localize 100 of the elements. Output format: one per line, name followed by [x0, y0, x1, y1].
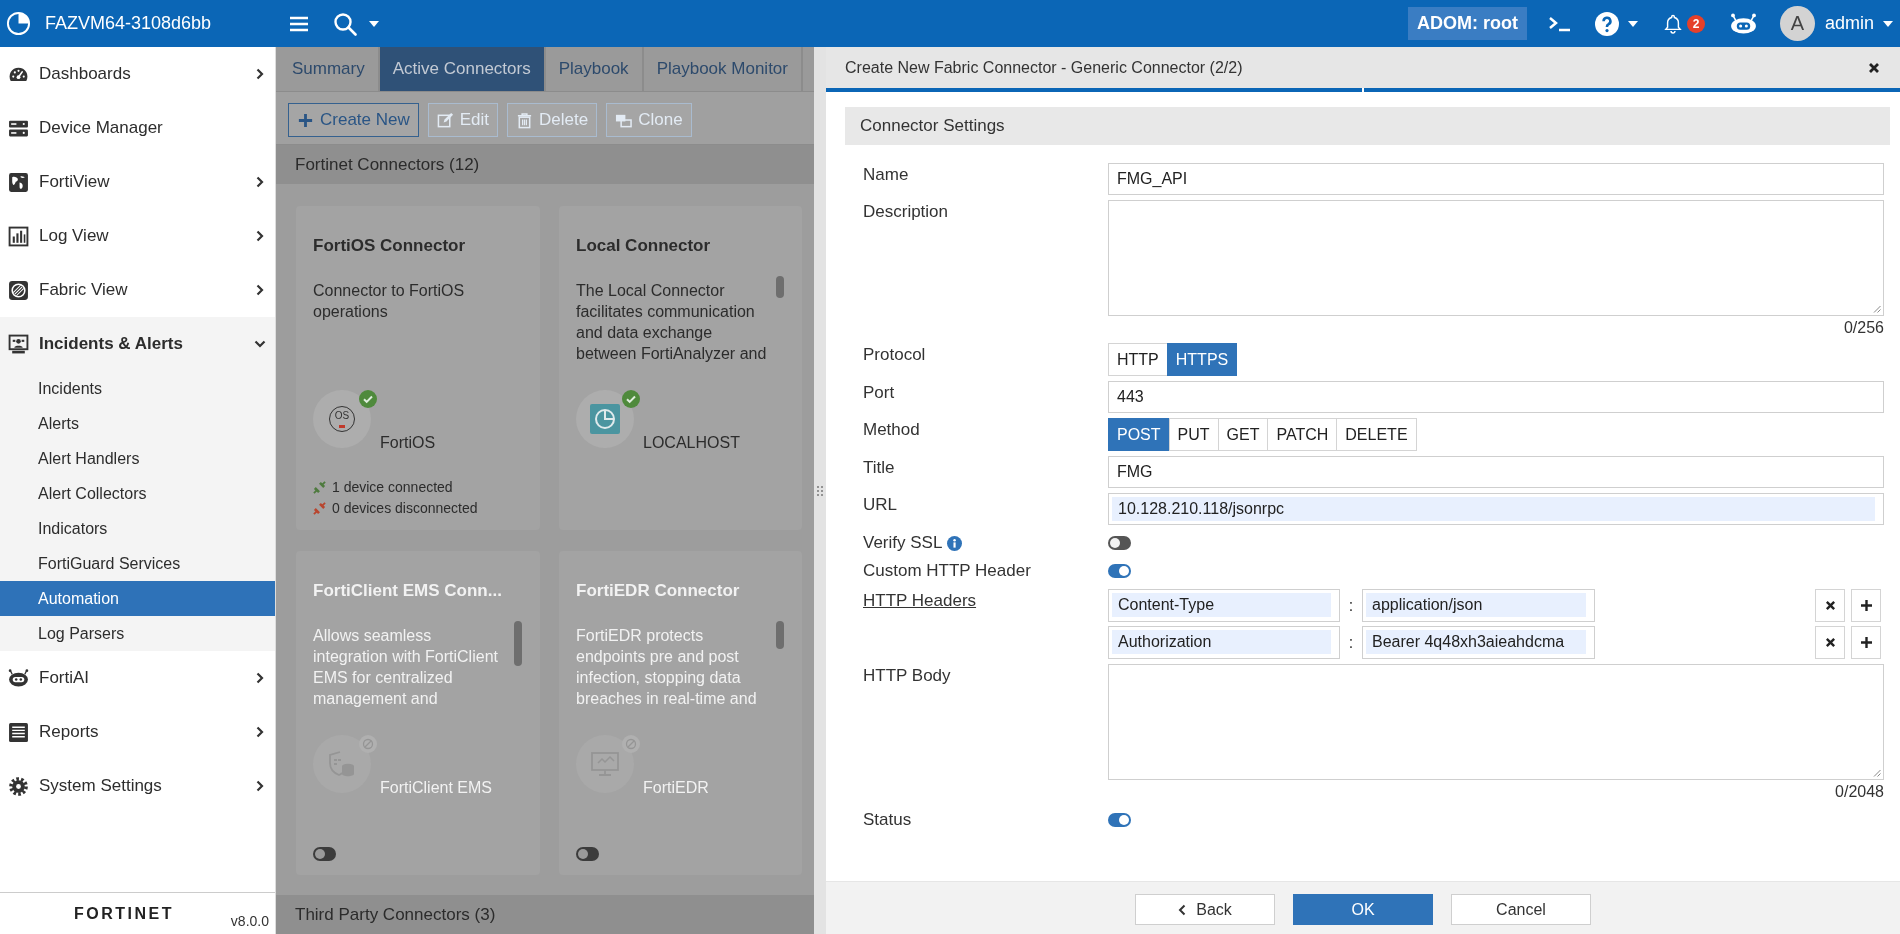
text-field[interactable]: 443 — [1108, 381, 1884, 413]
sidebar-subitem[interactable]: FortiGuard Services — [0, 546, 275, 581]
sidebar-subitem[interactable]: Alert Handlers — [0, 441, 275, 476]
connector-card[interactable]: Local Connector The Local Connector facilitates communication and data exchange between FortiAnalyzer and LOCALHOST — [559, 206, 802, 530]
footer-button[interactable]: Cancel — [1451, 894, 1591, 925]
segment-option[interactable]: DELETE — [1336, 418, 1417, 451]
close-icon[interactable] — [1868, 61, 1880, 74]
field-label: Custom HTTP Header — [863, 561, 1031, 581]
device-title: FAZVM64-3108d6bb — [45, 13, 212, 34]
section-header: Third Party Connectors (3) — [276, 895, 814, 934]
field-label: Description — [863, 202, 949, 222]
monitor-person-icon — [8, 333, 29, 355]
text-field[interactable]: FMG — [1108, 456, 1884, 488]
help-icon[interactable] — [1594, 11, 1619, 36]
pie-chart-tile-icon — [576, 390, 634, 448]
sidebar-item[interactable]: Dashboards — [0, 47, 275, 101]
remove-header-button[interactable] — [1815, 589, 1845, 622]
header-value-field[interactable]: Bearer 4q48xh3aieahdcma — [1362, 626, 1595, 659]
shield-database-icon — [313, 735, 371, 793]
header-name-field[interactable]: Authorization — [1108, 626, 1340, 659]
toggle-switch[interactable] — [1108, 536, 1131, 550]
field-label: Verify SSL — [863, 533, 943, 553]
toggle-switch[interactable] — [1108, 813, 1131, 827]
char-counter: 0/2048 — [1834, 782, 1884, 802]
header-value-field[interactable]: application/json — [1362, 589, 1595, 622]
plus-icon — [1860, 600, 1872, 611]
caret-down-icon[interactable] — [1883, 20, 1893, 27]
plus-icon — [1860, 637, 1872, 648]
segment-option[interactable]: HTTPS — [1166, 343, 1238, 376]
blocked-icon — [359, 735, 377, 753]
text-field[interactable]: FMG_API — [1108, 163, 1884, 195]
device-label: FortiEDR — [643, 778, 709, 798]
scrollbar-thumb[interactable] — [776, 276, 784, 298]
resize-handle-icon[interactable] — [1873, 305, 1881, 313]
device-label: LOCALHOST — [643, 433, 740, 453]
text-field[interactable]: 10.128.210.118/jsonrpc — [1108, 493, 1884, 525]
pie-chart-logo-icon[interactable] — [6, 11, 31, 36]
bar-chart-icon — [8, 225, 29, 247]
sidebar-item[interactable]: FortiView — [0, 155, 275, 209]
search-icon[interactable] — [333, 11, 357, 36]
separator-colon: : — [1347, 633, 1355, 652]
sidebar-item[interactable]: Reports — [0, 705, 275, 759]
menu-icon[interactable] — [290, 15, 308, 32]
blocked-icon — [622, 735, 640, 753]
field-label[interactable]: HTTP Headers — [863, 591, 977, 611]
sidebar-subitem[interactable]: Alerts — [0, 406, 275, 441]
drag-handle-icon[interactable] — [817, 485, 823, 496]
edit-icon — [436, 111, 454, 129]
map-icon — [8, 171, 29, 193]
field-label: Status — [863, 810, 912, 830]
adom-selector[interactable]: ADOM: root — [1408, 7, 1527, 40]
trash-icon — [516, 111, 534, 129]
segment-option[interactable]: HTTP — [1108, 343, 1168, 376]
avatar[interactable]: A — [1779, 6, 1815, 41]
segment-option[interactable]: GET — [1217, 418, 1269, 451]
card-description: FortiEDR protects endpoints pre and post infection, stopping data breaches in real-time and — [576, 626, 757, 709]
footer-button[interactable]: Back — [1135, 894, 1275, 925]
sidebar-item[interactable]: System Settings — [0, 759, 275, 813]
segment-option[interactable]: PATCH — [1267, 418, 1338, 451]
sidebar-item[interactable]: Device Manager — [0, 101, 275, 155]
add-header-button[interactable] — [1851, 589, 1881, 622]
info-icon[interactable] — [947, 535, 963, 551]
sidebar-item[interactable]: Log View — [0, 209, 275, 263]
card-description: Connector to FortiOS operations — [313, 281, 465, 322]
tab[interactable]: Active Connectors — [379, 47, 546, 91]
check-icon — [622, 390, 640, 408]
segment-option[interactable]: PUT — [1168, 418, 1219, 451]
caret-down-icon[interactable] — [369, 20, 379, 27]
segment-option[interactable]: POST — [1108, 418, 1170, 451]
field-label: Protocol — [863, 345, 926, 365]
notification-count: 2 — [1686, 14, 1705, 33]
card-title: FortiClient EMS Conn... — [313, 580, 502, 602]
add-header-button[interactable] — [1851, 626, 1881, 659]
sidebar-subitem[interactable]: Log Parsers — [0, 616, 275, 651]
device-label: FortiOS — [380, 433, 436, 453]
sidebar-subitem[interactable]: Incidents — [0, 371, 275, 406]
sidebar-subitem[interactable]: Automation — [0, 581, 275, 616]
toggle-switch[interactable] — [1108, 564, 1131, 578]
field-label: Port — [863, 383, 895, 403]
textarea-field[interactable] — [1108, 200, 1884, 316]
sidebar-item[interactable]: FortiAI — [0, 651, 275, 705]
remove-header-button[interactable] — [1815, 626, 1845, 659]
card-title: FortiEDR Connector — [576, 580, 740, 602]
robot-icon[interactable] — [1729, 13, 1757, 34]
resize-handle-icon[interactable] — [1873, 769, 1881, 777]
caret-down-icon[interactable] — [1627, 20, 1638, 27]
os-logo: OS — [313, 390, 371, 448]
char-counter: 0/256 — [1842, 318, 1884, 338]
user-menu[interactable]: admin — [1824, 13, 1874, 34]
bell-icon[interactable] — [1663, 12, 1682, 35]
sidebar-subitem[interactable]: Indicators — [0, 511, 275, 546]
footer-button[interactable]: OK — [1293, 894, 1433, 925]
header-name-field[interactable]: Content-Type — [1108, 589, 1340, 622]
card-title: FortiOS Connector — [313, 235, 466, 257]
sidebar-item[interactable]: Fabric View — [0, 263, 275, 317]
device-count: 1 device connected — [332, 478, 453, 497]
sidebar-item[interactable]: Incidents & Alerts — [0, 317, 275, 371]
connector-card[interactable]: FortiOS Connector Connector to FortiOS operations OS FortiOS 1 device connected 0 devices disconnected — [296, 206, 540, 530]
textarea-field[interactable] — [1108, 664, 1884, 780]
sidebar-subitem[interactable]: Alert Collectors — [0, 476, 275, 511]
